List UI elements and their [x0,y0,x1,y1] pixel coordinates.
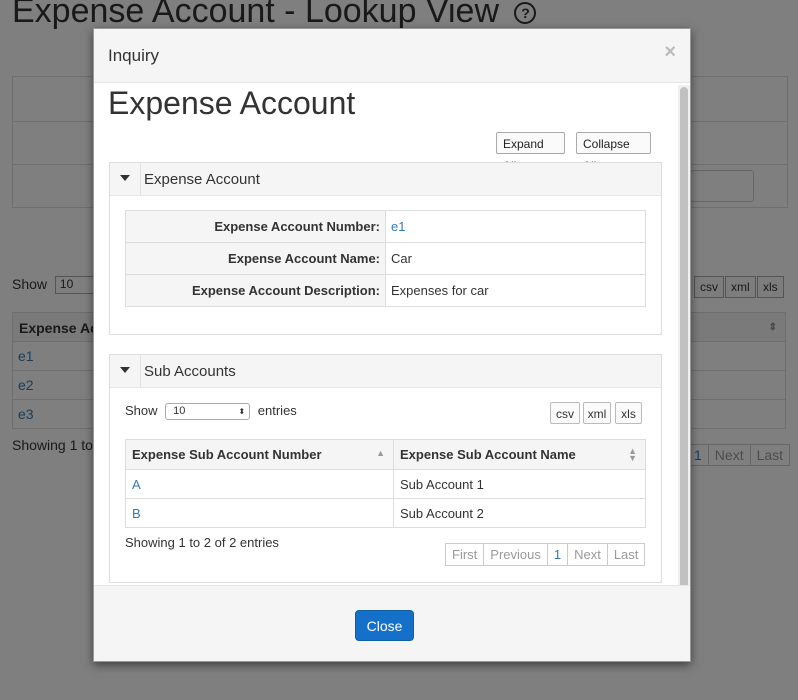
account-panel-title: Expense Account [144,171,260,188]
close-icon[interactable]: × [664,41,676,64]
account-panel-header: Expense Account [110,163,661,196]
sub-accounts-panel: Sub Accounts Show 10 ⬍ entries csv xml x… [109,354,662,583]
account-number-label: Expense Account Number: [125,210,386,243]
modal-scrollbar[interactable] [678,85,690,599]
account-number-link[interactable]: e1 [385,210,646,243]
sub-account-name: Sub Account 1 [393,469,646,499]
page-first[interactable]: First [445,543,485,566]
modal-title: Inquiry [108,46,160,65]
page-next[interactable]: Next [567,543,608,566]
inquiry-modal: Inquiry × Expense Account Expand All Col… [93,28,691,662]
sub-xml-button[interactable]: xml [583,402,611,424]
sub-account-number-link[interactable]: B [125,498,394,528]
sub-showing-text: Showing 1 to 2 of 2 entries [125,535,279,550]
caret-down-icon [120,175,130,181]
page-last[interactable]: Last [606,543,646,566]
sub-pagination: First Previous 1 Next Last [445,543,646,566]
select-arrows-icon: ⬍ [238,407,246,417]
page-previous[interactable]: Previous [483,543,548,566]
detail-row: Expense Account Name: Car [125,242,646,275]
col-header-label: Expense Sub Account Number [132,447,322,462]
sub-accounts-panel-header: Sub Accounts [110,355,661,388]
col-header-sub-account-number[interactable]: Expense Sub Account Number ▲ [125,439,394,470]
caret-down-icon [120,367,130,373]
account-name-value: Car [385,242,646,275]
account-name-label: Expense Account Name: [125,242,386,275]
account-details-table: Expense Account Number: e1 Expense Accou… [125,210,646,307]
table-row: A Sub Account 1 [125,469,646,499]
sub-accounts-table: Expense Sub Account Number ▲ Expense Sub… [125,439,646,528]
sub-show-control: Show 10 ⬍ entries [125,403,297,421]
table-row: B Sub Account 2 [125,498,646,528]
account-panel: Expense Account Expense Account Number: … [109,162,662,335]
sub-table-header-row: Expense Sub Account Number ▲ Expense Sub… [125,439,646,470]
collapse-all-button[interactable]: Collapse All [576,132,651,173]
modal-header: Inquiry × [94,29,690,83]
page-1[interactable]: 1 [546,543,569,566]
sub-accounts-panel-title: Sub Accounts [144,363,236,380]
sub-page-size-value: 10 [173,405,186,418]
account-description-label: Expense Account Description: [125,274,386,307]
sub-show-label: Show [125,403,158,418]
sub-page-size-select[interactable]: 10 ⬍ [165,403,251,421]
sort-icon: ▲ ▼ [628,446,637,463]
col-header-sub-account-name[interactable]: Expense Sub Account Name ▲ ▼ [393,439,646,470]
inquiry-heading: Expense Account [108,85,356,121]
sort-asc-icon: ▲ [376,448,385,458]
account-description-value: Expenses for car [385,274,646,307]
modal-footer: Close [94,585,690,661]
modal-body: Expense Account Expand All Collapse All … [94,83,684,585]
detail-row: Expense Account Number: e1 [125,210,646,243]
close-button[interactable]: Close [355,610,414,641]
sub-account-number-link[interactable]: A [125,469,394,499]
sub-account-name: Sub Account 2 [393,498,646,528]
detail-row: Expense Account Description: Expenses fo… [125,274,646,307]
sub-accounts-panel-toggle[interactable] [110,355,141,387]
account-panel-toggle[interactable] [110,163,141,195]
sub-csv-button[interactable]: csv [550,402,580,424]
expand-all-button[interactable]: Expand All [496,132,565,173]
sub-xls-button[interactable]: xls [615,402,642,424]
sub-entries-label: entries [257,403,297,418]
scrollbar-thumb[interactable] [680,87,688,597]
col-header-label: Expense Sub Account Name [400,447,576,462]
